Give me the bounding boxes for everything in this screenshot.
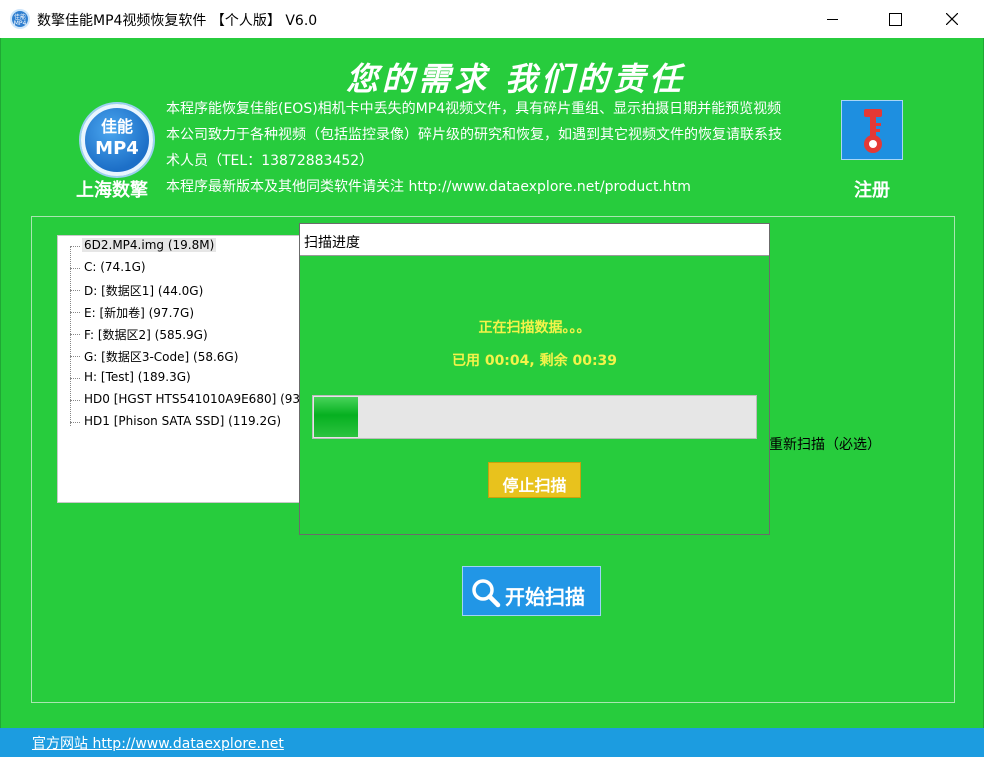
app-icon-text: 佳能MP4 <box>13 14 27 27</box>
tree-item-label: 6D2.MP4.img (19.8M) <box>82 238 217 252</box>
dialog-title: 扫描进度 <box>304 235 360 251</box>
app-body: 您的需求 我们的责任 佳能 MP4 上海数擎 本程序能恢复佳能(EOS)相机卡中… <box>0 38 984 757</box>
product-logo: 佳能 MP4 <box>81 104 153 176</box>
info-text: 本程序能恢复佳能(EOS)相机卡中丢失的MP4视频文件，具有碎片重组、显示拍摄日… <box>166 96 834 200</box>
stop-scan-button[interactable]: 停止扫描 <box>488 462 581 498</box>
app-icon: 佳能MP4 <box>10 9 30 29</box>
stop-scan-label: 停止扫描 <box>502 476 567 495</box>
info-line: 本公司致力于各种视频（包括监控录像）碎片级的研究和恢复，如遇到其它视频文件的恢复… <box>166 127 782 143</box>
info-line-product-link[interactable]: 本程序最新版本及其他同类软件请关注 http://www.dataexplore… <box>166 174 834 200</box>
tree-item-label: G: [数据区3-Code] (58.6G) <box>84 350 239 364</box>
tree-item-label: C: (74.1G) <box>84 260 146 274</box>
progress-fill <box>314 397 358 437</box>
close-icon <box>946 13 958 25</box>
key-icon <box>864 109 882 153</box>
minimize-button[interactable] <box>809 0 855 38</box>
info-line: 本程序能恢复佳能(EOS)相机卡中丢失的MP4视频文件，具有碎片重组、显示拍摄日… <box>166 101 782 117</box>
dialog-title-bar: 扫描进度 <box>300 224 769 256</box>
scan-time: 已用 00:04, 剩余 00:39 <box>451 353 618 369</box>
search-icon <box>472 579 501 608</box>
tree-item-label: H: [Test] (189.3G) <box>84 370 191 384</box>
tree-item-label: HD1 [Phison SATA SSD] (119.2G) <box>84 414 282 428</box>
tree-connector <box>70 246 71 426</box>
scan-status: 正在扫描数据。。。 <box>478 320 591 336</box>
close-button[interactable] <box>930 0 976 38</box>
scan-progress-bar <box>312 395 757 439</box>
maximize-button[interactable] <box>871 0 917 38</box>
tree-item-label: F: [数据区2] (585.9G) <box>84 328 208 342</box>
company-name: 上海数擎 <box>76 180 148 201</box>
tree-item-label: D: [数据区1] (44.0G) <box>84 284 204 298</box>
logo-line2: MP4 <box>95 138 139 159</box>
window-title: 数擎佳能MP4视频恢复软件 【个人版】 V6.0 <box>37 13 318 29</box>
info-line: 术人员（TEL：13872883452） <box>166 153 374 169</box>
scan-progress-dialog: 扫描进度 正在扫描数据。。。 已用 00:04, 剩余 00:39 停止扫描 <box>299 223 770 535</box>
start-scan-button[interactable]: 开始扫描 <box>462 566 601 616</box>
tree-item-label: E: [新加卷] (97.7G) <box>84 306 194 320</box>
register-button[interactable] <box>841 100 903 160</box>
register-label[interactable]: 注册 <box>854 176 890 202</box>
start-scan-label: 开始扫描 <box>505 585 585 609</box>
logo-line1: 佳能 <box>100 117 133 136</box>
rescan-checkbox-label[interactable]: 重新扫描（必选） <box>769 434 881 454</box>
website-link[interactable]: 官方网站 http://www.dataexplore.net <box>32 733 284 753</box>
title-bar: 佳能MP4 数擎佳能MP4视频恢复软件 【个人版】 V6.0 <box>0 0 984 38</box>
slogan: 您的需求 我们的责任 <box>346 60 686 98</box>
footer-bar: 官方网站 http://www.dataexplore.net <box>0 728 984 757</box>
tree-item-label: HD0 [HGST HTS541010A9E680] (931.5G) <box>84 392 334 406</box>
drive-tree[interactable]: 6D2.MP4.img (19.8M) C: (74.1G) D: [数据区1]… <box>57 235 333 503</box>
